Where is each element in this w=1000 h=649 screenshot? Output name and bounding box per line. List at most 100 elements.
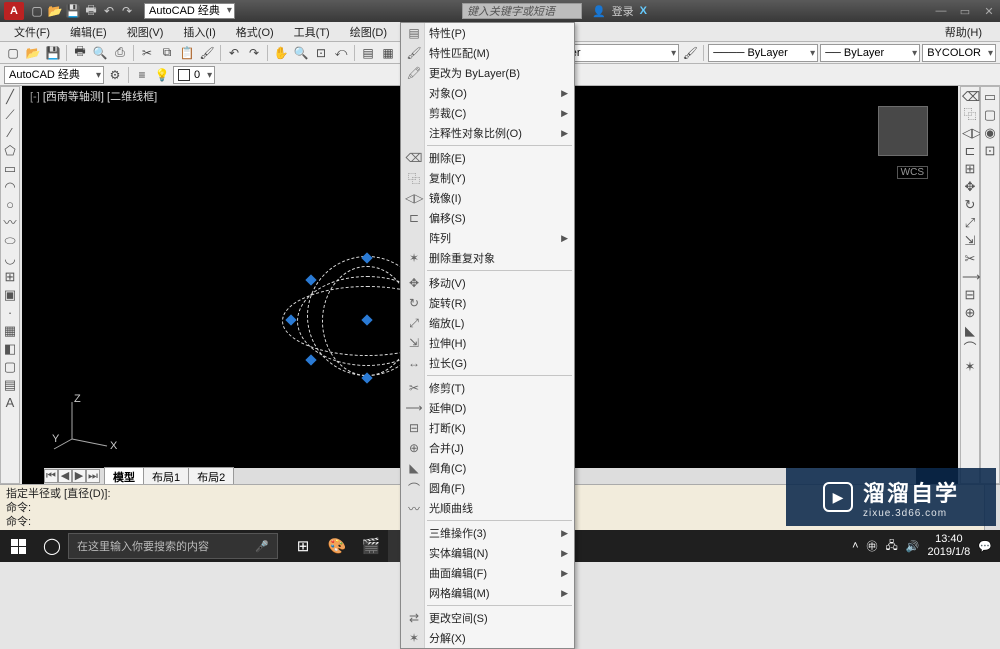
save-icon[interactable]: 💾 [44,44,62,62]
ws-settings-icon[interactable]: ⚙ [106,66,124,84]
qat-undo-icon[interactable]: ↶ [102,4,116,18]
menu-lengthen[interactable]: ↔拉长(G) [401,353,574,373]
zoom-realtime-icon[interactable]: 🔍 [292,44,310,62]
start-button[interactable] [0,530,36,562]
menu-clip-sub[interactable]: 剪裁(C)▶ [401,103,574,123]
publish-icon[interactable]: ⎙ [111,44,129,62]
scale-icon[interactable]: ⤢ [962,215,978,231]
fillet-icon[interactable]: ⌒ [962,341,978,357]
break-icon[interactable]: ⊟ [962,287,978,303]
menu-explode[interactable]: ✶分解(X) [401,628,574,648]
menu-meshedit-sub[interactable]: 网格编辑(M)▶ [401,583,574,603]
workspace-combo[interactable]: AutoCAD 经典 [144,3,235,19]
point-icon[interactable]: · [2,305,18,321]
extend-icon[interactable]: ⟶ [962,269,978,285]
menu-copy[interactable]: ⿻复制(Y) [401,168,574,188]
tab-nav-next-icon[interactable]: ▶ [72,469,86,483]
matchprop-icon[interactable]: 🖌 [198,44,216,62]
open-icon[interactable]: 📂 [24,44,42,62]
lineweight-combo[interactable]: ── ByLayer [820,44,920,62]
plot-icon[interactable]: 🖶 [71,44,89,62]
redo-icon[interactable]: ↷ [245,44,263,62]
nav3-icon[interactable]: ◉ [982,125,998,141]
menu-offset[interactable]: ⊏偏移(S) [401,208,574,228]
copy-icon[interactable]: ⧉ [158,44,176,62]
menu-scale[interactable]: ⤢缩放(L) [401,313,574,333]
tab-layout2[interactable]: 布局2 [188,467,234,485]
explode-icon[interactable]: ✶ [962,359,978,375]
cortana-icon[interactable]: ◯ [36,536,68,556]
move-icon[interactable]: ✥ [962,179,978,195]
menu-join[interactable]: ⊕合并(J) [401,438,574,458]
viewcube[interactable] [878,106,928,156]
zoom-prev-icon[interactable]: ⤺ [332,44,350,62]
app-paint-icon[interactable]: 🎨 [320,530,354,562]
nav2-icon[interactable]: ▢ [982,107,998,123]
undo-icon[interactable]: ↶ [225,44,243,62]
spline-icon[interactable]: 〰 [2,215,18,231]
tab-model[interactable]: 模型 [104,467,144,485]
app-movies-icon[interactable]: 🎬 [354,530,388,562]
menu-annoscale-sub[interactable]: 注释性对象比例(O)▶ [401,123,574,143]
menu-3dops-sub[interactable]: 三维操作(3)▶ [401,523,574,543]
menu-properties[interactable]: ▤特性(P) [401,23,574,43]
menu-object-sub[interactable]: 对象(O)▶ [401,83,574,103]
user-icon[interactable]: 👤 [592,5,606,18]
region-icon[interactable]: ▢ [2,359,18,375]
menu-help[interactable]: 帮助(H) [937,22,990,42]
menu-rotate[interactable]: ↻旋转(R) [401,293,574,313]
menu-extend[interactable]: ⟶延伸(D) [401,398,574,418]
tray-up-icon[interactable]: ˄ [852,540,858,552]
polygon-icon[interactable]: ⬠ [2,143,18,159]
chamfer-icon[interactable]: ◣ [962,323,978,339]
properties-icon[interactable]: ▤ [359,44,377,62]
rotate-icon[interactable]: ↻ [962,197,978,213]
table-icon[interactable]: ▤ [2,377,18,393]
erase-icon[interactable]: ⌫ [962,89,978,105]
workspace-combo-2[interactable]: AutoCAD 经典 [4,66,104,84]
menu-tools[interactable]: 工具(T) [286,22,338,42]
offset-icon[interactable]: ⊏ [962,143,978,159]
menu-trim[interactable]: ✂修剪(T) [401,378,574,398]
notifications-icon[interactable]: 💬 [978,540,992,553]
linetype-combo[interactable]: ──── ByLayer [708,44,818,62]
mic-icon[interactable]: 🎤 [255,540,269,553]
nav1-icon[interactable]: ▭ [982,89,998,105]
make-block-icon[interactable]: ▣ [2,287,18,303]
qat-open-icon[interactable]: 📂 [48,4,62,18]
taskbar-clock[interactable]: 13:40 2019/1/8 [927,533,970,559]
tab-nav-prev-icon[interactable]: ◀ [58,469,72,483]
close-button[interactable]: ✕ [982,5,996,18]
new-icon[interactable]: ▢ [4,44,22,62]
menu-format[interactable]: 格式(O) [228,22,282,42]
login-label[interactable]: 登录 [612,3,634,19]
paste-icon[interactable]: 📋 [178,44,196,62]
layer-brush-icon[interactable]: 🖌 [681,44,699,62]
tray-ime-icon[interactable]: ㊥ [867,538,878,554]
array-icon[interactable]: ⊞ [962,161,978,177]
menu-delete-dup[interactable]: ✶删除重复对象 [401,248,574,268]
layer-combo[interactable]: 0 [173,66,215,84]
menu-chamfer[interactable]: ◣倒角(C) [401,458,574,478]
maximize-button[interactable]: ▭ [958,5,972,18]
join-icon[interactable]: ⊕ [962,305,978,321]
menu-fillet[interactable]: ⌒圆角(F) [401,478,574,498]
ellipse-icon[interactable]: ⬭ [2,233,18,249]
tab-layout1[interactable]: 布局1 [143,467,189,485]
menu-solidedit-sub[interactable]: 实体编辑(N)▶ [401,543,574,563]
xline-icon[interactable]: ∕ [2,125,18,141]
taskview-icon[interactable]: ⊞ [286,530,320,562]
menu-edit[interactable]: 编辑(E) [62,22,115,42]
menu-blend[interactable]: 〰光顺曲线 [401,498,574,518]
zoom-window-icon[interactable]: ⊡ [312,44,330,62]
menu-surfaceedit-sub[interactable]: 曲面编辑(F)▶ [401,563,574,583]
qat-redo-icon[interactable]: ↷ [120,4,134,18]
taskbar-search-input[interactable]: 在这里输入你要搜索的内容 🎤 [68,533,278,559]
menu-move[interactable]: ✥移动(V) [401,273,574,293]
menu-view[interactable]: 视图(V) [119,22,172,42]
menu-draw[interactable]: 绘图(D) [342,22,395,42]
layer-manager-icon[interactable]: ≡ [133,66,151,84]
menu-insert[interactable]: 插入(I) [175,22,223,42]
qat-save-icon[interactable]: 💾 [66,4,80,18]
menu-array-sub[interactable]: 阵列▶ [401,228,574,248]
